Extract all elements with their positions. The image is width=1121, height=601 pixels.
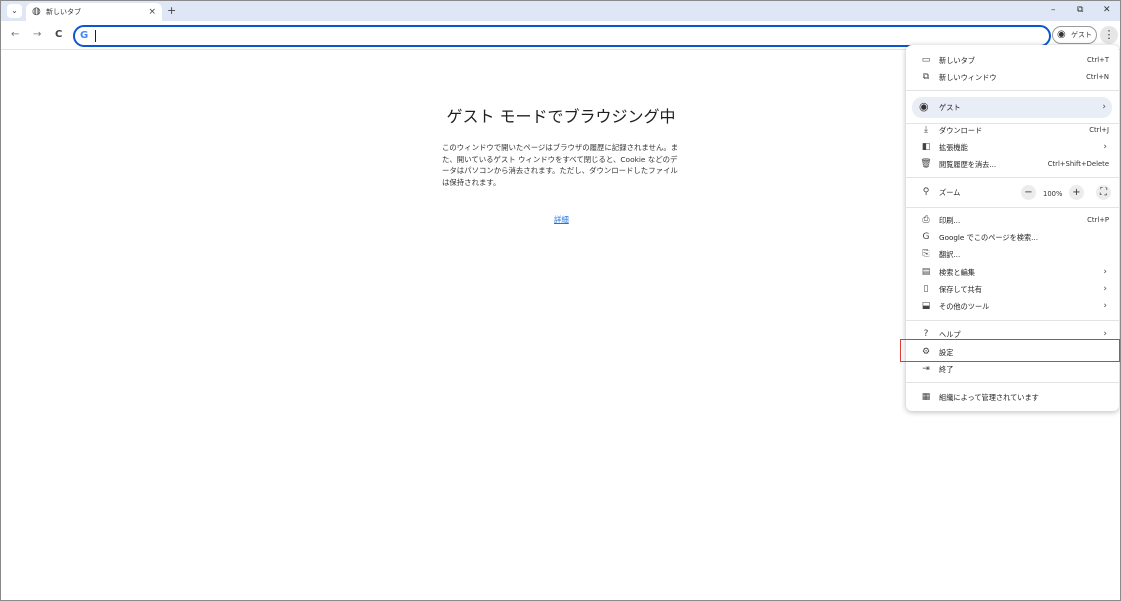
zoom-icon: ⚲ [922,187,930,197]
building-icon: ▦ [921,392,931,402]
minimize-button[interactable]: – [1051,4,1056,17]
zoom-out-button[interactable]: − [1021,185,1036,200]
guest-label: ゲスト [1071,31,1092,39]
menu-item-label: 組織によって管理されています [939,393,1039,402]
menu-item-label: 保存して共有 [939,285,982,294]
new-window-icon: ⧉ [922,72,930,82]
menu-item-label: 終了 [939,365,954,374]
menu-item-label: 新しいウィンドウ [939,73,997,82]
globe-icon: ◍ [32,6,41,17]
guest-description: このウィンドウで開いたページはブラウザの履歴に記録されません。また、開いているゲ… [442,143,679,187]
menu-item-guest-profile[interactable]: ◉ ゲスト › [912,97,1112,118]
settings-highlight-box [900,339,1120,362]
menu-item-shortcut: Ctrl+P [1087,216,1109,224]
window-close-button[interactable]: ✕ [1103,4,1111,17]
menu-divider [906,320,1119,321]
tab-strip: ⌄ ◍ 新しいタブ × + – ⧉ ✕ [1,1,1120,21]
menu-item-find-edit[interactable]: ▤ 検索と編集 › [906,264,1119,281]
menu-button[interactable]: ⋮ [1100,26,1118,44]
chevron-right-icon: › [1103,301,1107,311]
tab-title: 新しいタブ [46,8,81,16]
menu-item-label: Google でこのページを検索... [939,233,1039,242]
menu-item-label: 翻訳... [939,250,961,259]
menu-item-shortcut: Ctrl+T [1087,56,1109,64]
menu-item-label: 印刷... [939,216,961,225]
tab-search-button[interactable]: ⌄ [7,4,22,18]
profile-icon: ◉ [919,100,929,113]
menu-item-translate[interactable]: ⎘ 翻訳... [906,246,1119,263]
print-icon: ⎙ [922,215,930,225]
zoom-in-button[interactable]: + [1069,185,1084,200]
menu-item-more-tools[interactable]: ⬓ その他のツール › [906,298,1119,315]
menu-divider [906,177,1119,178]
profile-icon: ◉ [1057,29,1066,40]
menu-divider [906,90,1119,91]
reload-button[interactable]: C [55,28,62,42]
fullscreen-button[interactable]: ⛶ [1096,185,1111,200]
exit-icon: ⇥ [922,364,930,374]
new-tab-button[interactable]: + [167,4,176,17]
menu-item-label: 拡張機能 [939,143,968,152]
menu-item-new-tab[interactable]: ▭ 新しいタブ Ctrl+T [906,52,1119,69]
chevron-right-icon: › [1103,142,1107,152]
new-tab-icon: ▭ [921,55,931,65]
menu-item-shortcut: Ctrl+J [1089,126,1109,134]
trash-icon: 🗑 [920,159,932,169]
chevron-right-icon: › [1102,102,1106,112]
menu-item-label: その他のツール [939,302,990,311]
menu-item-label: ダウンロード [939,126,983,135]
tab-new-tab[interactable]: ◍ 新しいタブ × [26,3,162,21]
menu-item-label: ゲスト [939,103,961,112]
learn-more-link[interactable]: 詳細 [554,215,569,225]
browser-window: ⌄ ◍ 新しいタブ × + – ⧉ ✕ ← → C G ◉ ゲスト ⋮ ゲスト … [0,0,1121,601]
menu-item-label: ズーム [939,188,961,197]
translate-icon: ⎘ [922,249,930,259]
menu-item-label: 閲覧履歴を消去... [939,160,997,169]
extension-icon: ◧ [921,142,931,152]
google-icon: G [922,232,930,242]
menu-item-search-page[interactable]: G Google でこのページを検索... [906,229,1119,246]
address-bar[interactable]: G [73,25,1051,47]
menu-item-downloads[interactable]: ⤓ ダウンロード Ctrl+J [906,122,1119,139]
google-icon: G [80,30,89,41]
chevron-right-icon: › [1103,267,1107,277]
guest-profile-button[interactable]: ◉ ゲスト [1052,26,1097,44]
menu-item-extensions[interactable]: ◧ 拡張機能 › [906,139,1119,156]
forward-button[interactable]: → [33,28,41,42]
text-cursor [95,30,96,42]
menu-item-shortcut: Ctrl+N [1086,73,1109,81]
menu-item-shortcut: Ctrl+Shift+Delete [1047,160,1109,168]
back-button[interactable]: ← [11,28,19,42]
zoom-level: 100% [1043,190,1063,198]
menu-divider [906,207,1119,208]
tab-close-icon[interactable]: × [148,6,156,18]
menu-item-managed[interactable]: ▦ 組織によって管理されています [906,389,1119,406]
menu-item-label: 新しいタブ [939,56,975,65]
menu-item-print[interactable]: ⎙ 印刷... Ctrl+P [906,212,1119,229]
menu-item-save-share[interactable]: ▯ 保存して共有 › [906,281,1119,298]
restore-button[interactable]: ⧉ [1077,4,1083,17]
find-edit-icon: ▤ [921,267,931,277]
save-share-icon: ▯ [923,284,929,294]
page-title: ゲスト モードでブラウジング中 [446,107,676,126]
menu-divider [906,382,1119,383]
menu-item-label: 検索と編集 [939,268,975,277]
menu-item-new-window[interactable]: ⧉ 新しいウィンドウ Ctrl+N [906,69,1119,86]
menu-item-clear-history[interactable]: 🗑 閲覧履歴を消去... Ctrl+Shift+Delete [906,156,1119,173]
chevron-right-icon: › [1103,284,1107,294]
menu-item-zoom: ⚲ ズーム [906,184,1119,201]
download-icon: ⤓ [924,125,928,135]
toolbox-icon: ⬓ [921,301,931,311]
menu-item-exit[interactable]: ⇥ 終了 [906,361,1119,378]
